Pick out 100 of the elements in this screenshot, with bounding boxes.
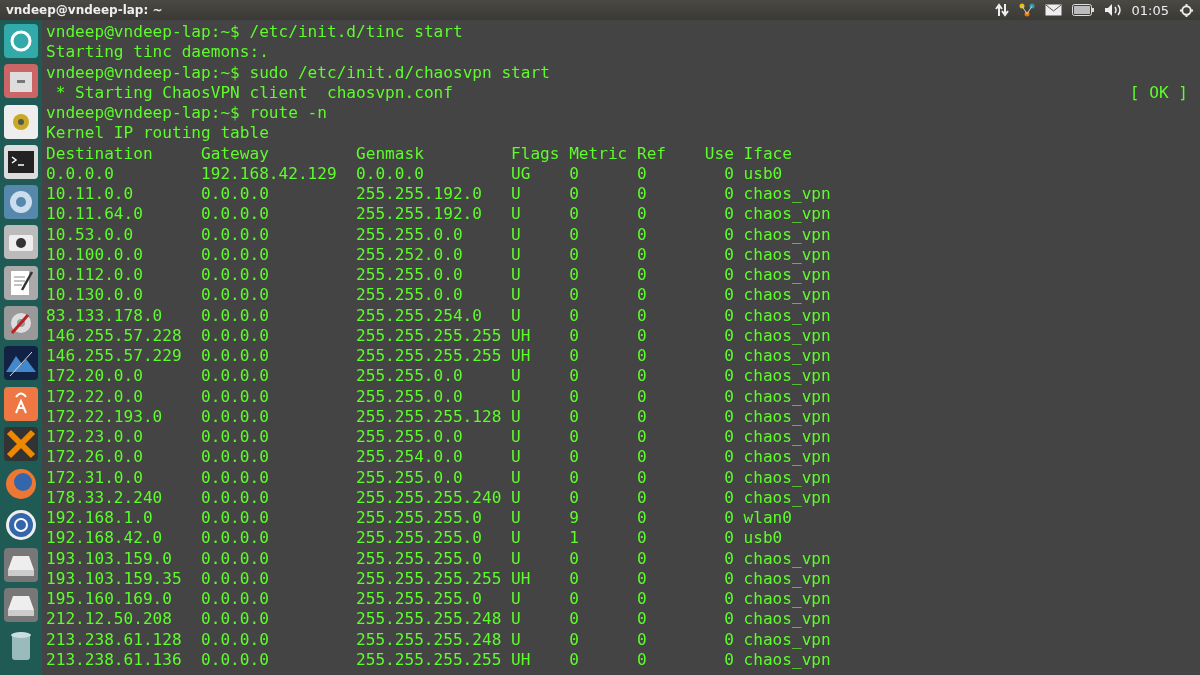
column-header: Genmask bbox=[356, 143, 424, 163]
cross-icon[interactable] bbox=[4, 426, 38, 461]
file-cabinet-icon[interactable] bbox=[4, 64, 38, 99]
table-cell: 255.255.255.0 bbox=[356, 548, 482, 568]
table-cell: 0 bbox=[724, 528, 734, 548]
table-cell: 195.160.169.0 bbox=[46, 589, 172, 608]
table-cell: chaos_vpn bbox=[743, 285, 831, 305]
table-cell: U bbox=[511, 629, 521, 649]
table-cell: 0.0.0.0 bbox=[201, 589, 269, 608]
browser-icon[interactable] bbox=[4, 185, 38, 220]
table-cell: 0.0.0.0 bbox=[201, 325, 269, 345]
clock[interactable]: 01:05 bbox=[1131, 2, 1169, 18]
table-cell: 0 bbox=[569, 548, 579, 568]
drive-icon[interactable] bbox=[4, 588, 38, 623]
table-cell: 0.0.0.0 bbox=[201, 528, 269, 548]
table-cell: 83.133.178.0 bbox=[46, 305, 163, 325]
table-cell: U bbox=[511, 447, 521, 467]
table-cell: 10.112.0.0 bbox=[46, 265, 143, 284]
table-cell: U bbox=[511, 589, 521, 608]
column-header: Destination bbox=[46, 143, 153, 163]
terminal-line: vndeep@vndeep-lap:~$ sudo /etc/init.d/chaosvpn start bbox=[46, 62, 550, 82]
table-cell: chaos_vpn bbox=[743, 548, 831, 568]
table-cell: chaos_vpn bbox=[743, 609, 831, 629]
table-cell: 0 bbox=[637, 629, 647, 649]
table-cell: 10.100.0.0 bbox=[46, 244, 143, 264]
table-cell: 0 bbox=[637, 589, 647, 608]
table-cell: 9 bbox=[569, 508, 579, 527]
table-cell: 255.255.255.248 bbox=[356, 609, 502, 629]
table-cell: 255.255.255.255 bbox=[356, 649, 502, 669]
table-cell: 0 bbox=[724, 406, 734, 426]
text-editor-icon[interactable] bbox=[4, 265, 38, 300]
table-cell: 255.255.0.0 bbox=[356, 427, 463, 446]
camera-icon[interactable] bbox=[4, 225, 38, 260]
table-cell: 255.255.255.255 bbox=[356, 325, 502, 345]
table-cell: 0 bbox=[637, 305, 647, 325]
table-cell: 255.255.0.0 bbox=[356, 366, 463, 386]
table-cell: U bbox=[511, 244, 521, 264]
circle-app-icon[interactable] bbox=[4, 507, 38, 542]
table-cell: chaos_vpn bbox=[743, 386, 831, 406]
table-cell: 0 bbox=[724, 305, 734, 325]
table-cell: 0 bbox=[724, 285, 734, 305]
table-cell: 0 bbox=[724, 204, 734, 224]
table-cell: 0 bbox=[569, 305, 579, 325]
table-cell: 0 bbox=[724, 548, 734, 568]
table-cell: 0 bbox=[637, 163, 647, 183]
table-cell: 0.0.0.0 bbox=[46, 163, 114, 183]
mail-icon[interactable] bbox=[1044, 4, 1062, 16]
table-cell: 0 bbox=[569, 649, 579, 669]
table-cell: 172.31.0.0 bbox=[46, 467, 143, 487]
mountain-icon[interactable] bbox=[4, 346, 38, 381]
table-cell: 172.23.0.0 bbox=[46, 427, 143, 446]
table-cell: chaos_vpn bbox=[743, 204, 831, 224]
table-cell: chaos_vpn bbox=[743, 629, 831, 649]
table-cell: U bbox=[511, 609, 521, 629]
table-cell: 0 bbox=[637, 366, 647, 386]
table-cell: U bbox=[511, 285, 521, 305]
table-cell: 0.0.0.0 bbox=[201, 244, 269, 264]
column-header: Ref bbox=[637, 143, 667, 163]
drive-icon[interactable] bbox=[4, 547, 38, 582]
table-cell: U bbox=[511, 224, 521, 244]
table-cell: 0 bbox=[637, 528, 647, 548]
table-cell: 0 bbox=[569, 244, 579, 264]
table-cell: 0 bbox=[637, 467, 647, 487]
volume-icon[interactable] bbox=[1103, 3, 1122, 17]
table-cell: chaos_vpn bbox=[743, 447, 831, 467]
table-cell: 0 bbox=[724, 589, 734, 608]
table-cell: 172.20.0.0 bbox=[46, 366, 143, 386]
table-cell: 0 bbox=[637, 386, 647, 406]
table-cell: 0 bbox=[569, 386, 579, 406]
column-header: Metric bbox=[569, 143, 628, 163]
table-cell: chaos_vpn bbox=[743, 427, 831, 446]
table-cell: 0 bbox=[724, 386, 734, 406]
battery-icon[interactable] bbox=[1071, 4, 1094, 16]
table-cell: chaos_vpn bbox=[743, 244, 831, 264]
table-cell: U bbox=[511, 548, 521, 568]
table-cell: chaos_vpn bbox=[743, 467, 831, 487]
table-cell: 0 bbox=[724, 244, 734, 264]
table-cell: 0 bbox=[637, 244, 647, 264]
table-cell: 10.11.0.0 bbox=[46, 184, 134, 203]
network-icon[interactable] bbox=[1018, 3, 1035, 17]
table-cell: 0 bbox=[724, 467, 734, 487]
table-cell: 0 bbox=[637, 204, 647, 224]
table-cell: 0.0.0.0 bbox=[356, 163, 424, 183]
table-cell: 0 bbox=[637, 325, 647, 345]
table-cell: 0.0.0.0 bbox=[201, 629, 269, 649]
table-cell: chaos_vpn bbox=[743, 325, 831, 345]
table-cell: 0 bbox=[569, 163, 579, 183]
table-cell: 0 bbox=[724, 487, 734, 507]
table-cell: 0 bbox=[569, 325, 579, 345]
table-cell: 172.22.193.0 bbox=[46, 406, 163, 426]
shopping-bag-icon[interactable] bbox=[4, 386, 38, 421]
table-cell: 0 bbox=[724, 184, 734, 203]
table-cell: UH bbox=[511, 325, 531, 345]
table-cell: 255.255.255.0 bbox=[356, 589, 482, 608]
table-cell: 255.252.0.0 bbox=[356, 244, 463, 264]
table-cell: 172.26.0.0 bbox=[46, 447, 143, 467]
table-cell: 0 bbox=[569, 447, 579, 467]
transfer-arrows-icon[interactable] bbox=[994, 3, 1009, 17]
terminal-icon[interactable] bbox=[4, 144, 38, 179]
table-cell: 255.255.0.0 bbox=[356, 467, 463, 487]
